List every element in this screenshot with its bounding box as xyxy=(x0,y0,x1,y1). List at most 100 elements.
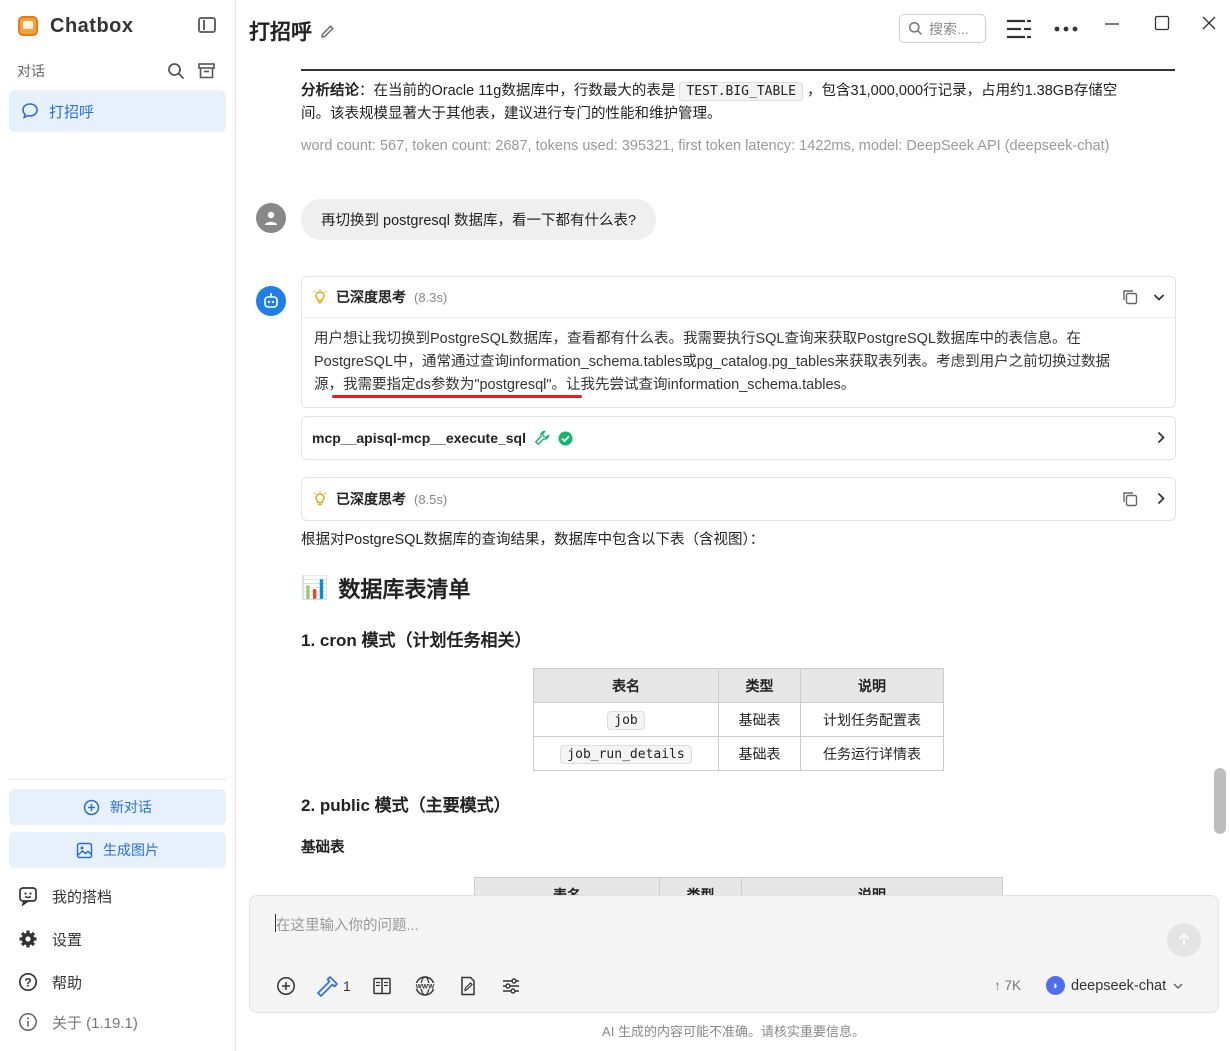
assistant-avatar xyxy=(256,286,286,316)
table-cell: 基础表 xyxy=(718,702,801,737)
conclusion-label: 分析结论 xyxy=(301,83,359,99)
new-chat-label: 新对话 xyxy=(110,799,152,815)
new-chat-button[interactable]: 新对话 xyxy=(9,789,226,825)
toc-menu-icon[interactable] xyxy=(1006,18,1032,40)
chevron-down-icon[interactable] xyxy=(1153,291,1165,303)
token-count: ↑ 7K xyxy=(994,978,1021,993)
input-toolbar: 1 WWW xyxy=(274,974,523,998)
chat-bubble-icon xyxy=(22,103,38,120)
tool-call-card[interactable]: mcp__apisql-mcp__execute_sql xyxy=(301,416,1176,460)
table-row: job_run_details 基础表 任务运行详情表 xyxy=(533,736,944,771)
generate-image-button[interactable]: 生成图片 xyxy=(9,832,226,868)
document-edit-icon[interactable] xyxy=(456,974,480,998)
thinking-line: 源，我需要指定ds参数为"postgresql"。让我先尝试查询informat… xyxy=(314,377,856,393)
table-header: 类型 xyxy=(659,877,742,896)
token-count-value: 7K xyxy=(1004,978,1022,993)
check-circle-icon xyxy=(558,431,573,445)
svg-text:?: ? xyxy=(24,976,31,990)
gear-icon xyxy=(19,930,37,948)
table-row: job 基础表 计划任务配置表 xyxy=(533,702,944,737)
partner-icon xyxy=(19,887,37,906)
thinking-card-1-body: 用户想让我切换到PostgreSQL数据库，查看都有什么表。我需要执行SQL查询… xyxy=(302,317,1175,407)
scrollbar-thumb[interactable] xyxy=(1214,768,1226,834)
tool-call-header[interactable]: mcp__apisql-mcp__execute_sql xyxy=(302,417,1175,459)
message-meta: word count: 567, token count: 2687, toke… xyxy=(301,138,1110,154)
sidebar-collapse-icon[interactable] xyxy=(198,17,216,33)
about-link[interactable]: 关于 (1.19.1) xyxy=(18,1010,138,1034)
table-header: 说明 xyxy=(741,877,1003,896)
thinking-time: (8.5s) xyxy=(414,491,448,507)
chat-title-text: 打招呼 xyxy=(249,21,312,44)
search-conversations-icon[interactable] xyxy=(165,60,187,82)
message-input-box[interactable]: 在这里输入你的问题... 1 WWW ↑ 7K ◗ deepseek-chat xyxy=(249,895,1219,1013)
my-partners-label: 我的搭档 xyxy=(52,888,113,906)
table-header: 类型 xyxy=(718,668,801,703)
maximize-icon[interactable] xyxy=(1154,15,1170,31)
help-icon: ? xyxy=(18,972,38,992)
answer-intro: 根据对PostgreSQL数据库的查询结果，数据库中包含以下表（含视图）： xyxy=(301,532,765,548)
search-box[interactable]: 搜索... xyxy=(899,14,986,43)
more-options-icon[interactable] xyxy=(1054,26,1078,32)
tool-call-name: mcp__apisql-mcp__execute_sql xyxy=(312,430,526,446)
table-header: 表名 xyxy=(533,668,719,703)
close-icon[interactable] xyxy=(1202,16,1216,30)
lightbulb-icon xyxy=(313,289,327,304)
lightbulb-icon xyxy=(313,491,327,506)
thinking-card-1-header[interactable]: 已深度思考 (8.3s) xyxy=(302,277,1175,317)
arrow-up-small-icon: ↑ xyxy=(994,978,1001,993)
copy-icon[interactable] xyxy=(1122,491,1138,507)
info-icon xyxy=(19,1013,37,1031)
chevron-right-icon[interactable] xyxy=(1155,431,1167,444)
thinking-card-1: 已深度思考 (8.3s) 用户想让我切换到PostgreSQL数据库，查看都有什… xyxy=(301,276,1176,408)
copy-icon[interactable] xyxy=(1122,289,1138,305)
hammer-icon xyxy=(317,976,338,997)
red-underline-annotation xyxy=(332,395,582,398)
answer-heading: 📊 数据库表清单 xyxy=(301,572,470,604)
brand: Chatbox xyxy=(18,12,134,40)
thinking-title: 已深度思考 xyxy=(336,289,406,305)
edit-pencil-icon[interactable] xyxy=(320,24,335,39)
minimize-icon[interactable] xyxy=(1104,22,1120,26)
attach-plus-icon[interactable] xyxy=(274,974,298,998)
chevron-down-icon xyxy=(1173,982,1183,989)
table-header-row: 表名 类型 说明 xyxy=(474,877,1003,896)
section-heading-cron: 1. cron 模式（计划任务相关） xyxy=(301,631,532,650)
thinking-time: (8.3s) xyxy=(414,289,448,305)
table-name-code: job xyxy=(607,711,645,730)
thinking-card-2[interactable]: 已深度思考 (8.5s) xyxy=(301,477,1176,521)
web-search-icon[interactable]: WWW xyxy=(413,974,437,998)
generate-image-label: 生成图片 xyxy=(103,842,159,858)
user-avatar xyxy=(256,203,286,233)
chat-title: 打招呼 xyxy=(249,16,335,46)
sidebar-divider xyxy=(9,779,226,780)
send-button[interactable] xyxy=(1167,923,1201,957)
book-icon[interactable] xyxy=(370,974,394,998)
archive-icon[interactable] xyxy=(195,60,217,82)
mcp-tools-button[interactable]: 1 xyxy=(317,974,351,998)
search-icon xyxy=(908,21,923,36)
help-link[interactable]: ? 帮助 xyxy=(18,970,82,994)
conversations-header: 对话 xyxy=(17,60,217,82)
chevron-right-icon[interactable] xyxy=(1155,492,1167,505)
message-input-placeholder: 在这里输入你的问题... xyxy=(276,918,419,934)
arrow-up-icon xyxy=(1178,933,1190,946)
conclusion-text-after: ，包含31,000,000行记录，占用约1.38GB存储空 xyxy=(807,83,1118,99)
user-message-text: 再切换到 postgresql 数据库，看一下都有什么表? xyxy=(321,213,637,229)
inline-code: TEST.BIG_TABLE xyxy=(679,82,803,101)
thinking-card-2-header[interactable]: 已深度思考 (8.5s) xyxy=(302,478,1175,520)
plus-circle-icon xyxy=(83,799,100,815)
mcp-tool-count: 1 xyxy=(343,978,351,994)
settings-label: 设置 xyxy=(52,931,83,949)
ai-disclaimer: AI 生成的内容可能不准确。请核实重要信息。 xyxy=(602,1024,865,1039)
model-selector[interactable]: ◗ deepseek-chat xyxy=(1046,976,1184,995)
conclusion-text-line2: 间。该表规模显著大于其他表，建议进行专门的性能和维护管理。 xyxy=(301,106,722,122)
sliders-icon[interactable] xyxy=(499,974,523,998)
conversation-item[interactable]: 打招呼 xyxy=(9,90,226,132)
app-window: Chatbox 对话 打招呼 新对话 生成图片 我的搭档 设置 ? 帮助 关于 … xyxy=(0,0,1230,1051)
wrench-icon xyxy=(534,430,550,446)
my-partners-link[interactable]: 我的搭档 xyxy=(18,884,112,908)
settings-link[interactable]: 设置 xyxy=(18,927,82,951)
table-cell: job_run_details xyxy=(533,736,719,771)
svg-text:WWW: WWW xyxy=(416,983,435,990)
model-name: deepseek-chat xyxy=(1071,977,1167,994)
